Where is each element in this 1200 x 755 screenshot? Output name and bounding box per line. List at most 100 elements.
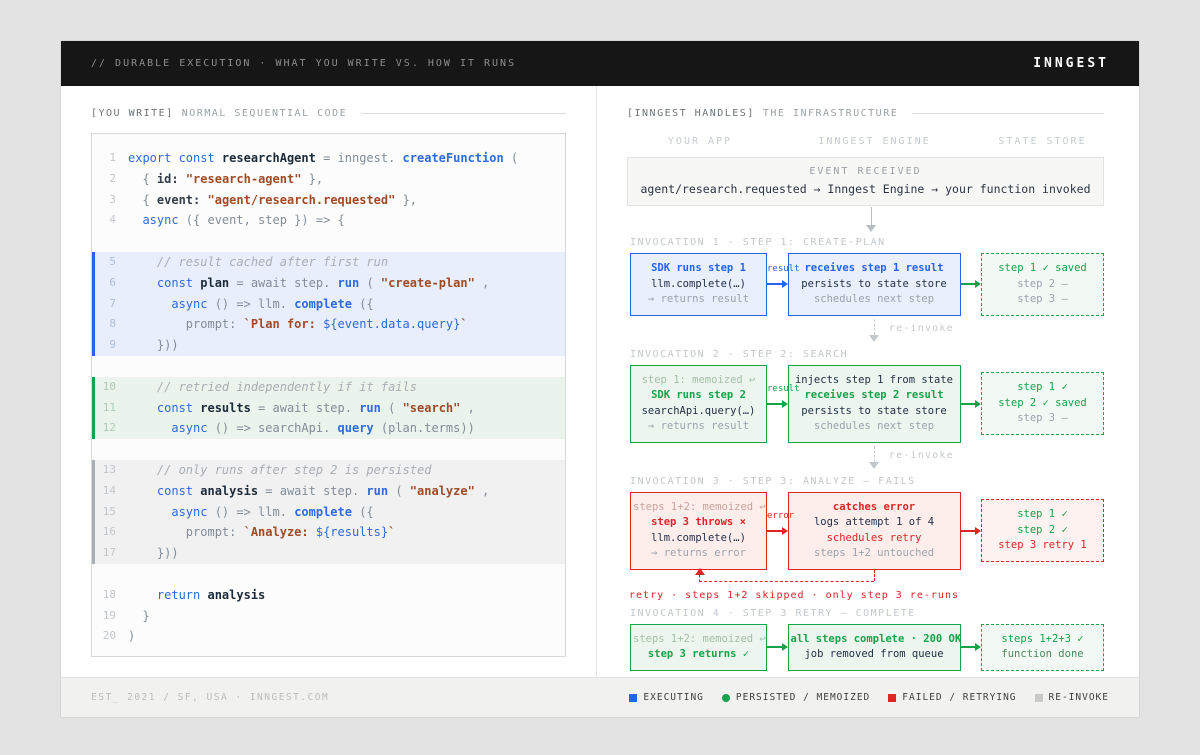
retry-loop-segment [874,570,875,581]
arrow-label: result [767,264,788,274]
state-box-2: step 1 ✓step 2 ✓ savedstep 3 — [981,372,1104,435]
brand-logo: INNGEST [1033,56,1109,71]
token-pun: , [460,401,474,415]
box-line: catches error [791,500,958,516]
invocation-row-1: SDK runs step 1llm.complete(…)→ returns … [630,253,1104,316]
line-number: 4 [95,210,128,231]
arrow-head-icon [869,462,879,469]
box-line: → returns error [633,546,764,562]
code-text: prompt: `Analyze: ${results}` [128,522,395,543]
section-rule [361,113,566,114]
token-pun: ( [359,276,381,290]
lane-spacer [961,136,981,147]
box-line: all steps complete · 200 OK [791,632,958,648]
line-number: 2 [95,169,128,190]
token-pun [179,172,186,186]
box-line: steps 1+2: memoized ↩ [633,632,764,648]
infra-section-header: [INNGEST HANDLES] THE INFRASTRUCTURE [627,106,1104,120]
main-card: // DURABLE EXECUTION · WHAT YOU WRITE VS… [60,40,1140,718]
code-text: export const researchAgent = inngest. cr… [128,148,518,169]
box-line: step 3 — [984,411,1101,427]
code-line-3: 3 { event: "agent/research.requested" }, [92,190,565,211]
code-text: ) [128,626,135,647]
arrow-shaft [767,283,782,285]
arrow-head-icon [695,568,705,575]
token-fn: query [338,421,374,435]
code-line-1: 1export const researchAgent = inngest. c… [92,148,565,169]
token-kw: async [128,421,207,435]
token-kw: const [128,401,200,415]
legend-label: FAILED / RETRYING [902,692,1016,703]
lane-spacer [770,136,788,147]
code-section-header: [YOU WRITE] NORMAL SEQUENTIAL CODE [91,106,566,120]
line-number: 1 [95,148,128,169]
box-line: step 1 ✓ saved [984,261,1101,277]
header-title: // DURABLE EXECUTION · WHAT YOU WRITE VS… [91,58,516,69]
code-text: return analysis [128,585,265,606]
token-pun: = await step. [251,401,359,415]
code-text: { id: "research-agent" }, [128,169,323,190]
code-text: // result cached after first run [128,252,388,273]
line-number: 5 [95,252,128,273]
box-line: steps 1+2 untouched [791,546,958,562]
box-line: step 1 ✓ [984,507,1101,523]
code-line-10: 10 // retried independently if it fails [92,377,565,398]
code-editor: 1export const researchAgent = inngest. c… [91,133,566,657]
arrow-head-icon [866,225,876,232]
token-str: "research-agent" [186,172,302,186]
code-text: async () => llm. complete ({ [128,502,374,523]
box-line: SDK runs step 2 [633,388,764,404]
box-line: step 2 — [984,277,1101,293]
token-fn: complete [294,505,352,519]
token-pun: })) [128,546,179,560]
code-panel: [YOU WRITE] NORMAL SEQUENTIAL CODE 1expo… [61,86,597,677]
token-pun: ) [128,629,135,643]
legend-label: RE-INVOKE [1049,692,1109,703]
box-line: step 2 ✓ saved [984,396,1101,412]
box-line: step 3 throws × [633,515,764,531]
line-number: 8 [95,314,128,335]
code-line-9: 9 })) [92,335,565,356]
lane-headers: YOUR APPINNGEST ENGINESTATE STORE [630,136,1104,147]
box-line: receives step 1 result [791,261,958,277]
line-number: 11 [95,398,128,419]
code-text: { event: "agent/research.requested" }, [128,190,417,211]
token-pun: () => llm. [207,505,294,519]
legend-item: EXECUTING [629,692,703,703]
lane-header-state-store: STATE STORE [981,136,1104,147]
arrow-shaft [961,403,976,405]
inngest-handles-tag: [INNGEST HANDLES] [627,108,755,119]
persist-arrow-3 [961,516,982,546]
code-line-11: 11 const results = await step. run ( "se… [92,398,565,419]
footer-text: EST_ 2021 / SF, USA · INNGEST.COM [91,692,329,703]
code-line-18: 18 return analysis [92,585,565,606]
event-banner-subtitle: agent/research.requested → Inngest Engin… [632,182,1099,196]
token-kw: export const [128,151,222,165]
persist-arrow-2 [961,389,982,419]
code-line-19: 19 } [92,606,565,627]
code-text: prompt: `Plan for: ${event.data.query}` [128,314,468,335]
app-box-3: steps 1+2: memoized ↩step 3 throws ×llm.… [630,492,767,570]
retry-loop-segment [699,581,874,582]
reinvoke-label: re-invoke [889,323,954,334]
token-comment: // retried independently if it fails [128,380,417,394]
arrow-head-icon [975,643,981,651]
token-pun: prompt: [128,317,244,331]
arrow-shaft [961,646,976,648]
section-rule [912,113,1104,114]
arrow-shaft [767,403,782,405]
code-section-title: NORMAL SEQUENTIAL CODE [182,108,347,119]
token-pun: } [128,609,150,623]
invocation-label-1: INVOCATION 1 · STEP 1: CREATE-PLAN [630,237,1104,248]
legend-item: RE-INVOKE [1035,692,1109,703]
engine-box-2: injects step 1 from statereceives step 2… [788,365,961,443]
code-text: const results = await step. run ( "searc… [128,398,475,419]
token-str: "agent/research.requested" [208,193,396,207]
box-line: llm.complete(…) [633,531,764,547]
code-spacer [92,231,565,252]
token-comment: // only runs after step 2 is persisted [128,463,431,477]
legend-swatch-icon [888,694,896,702]
token-ident: plan [200,276,229,290]
code-line-12: 12 async () => searchApi. query (plan.te… [92,418,565,439]
invocation-row-4: steps 1+2: memoized ↩step 3 returns ✓all… [630,624,1104,671]
